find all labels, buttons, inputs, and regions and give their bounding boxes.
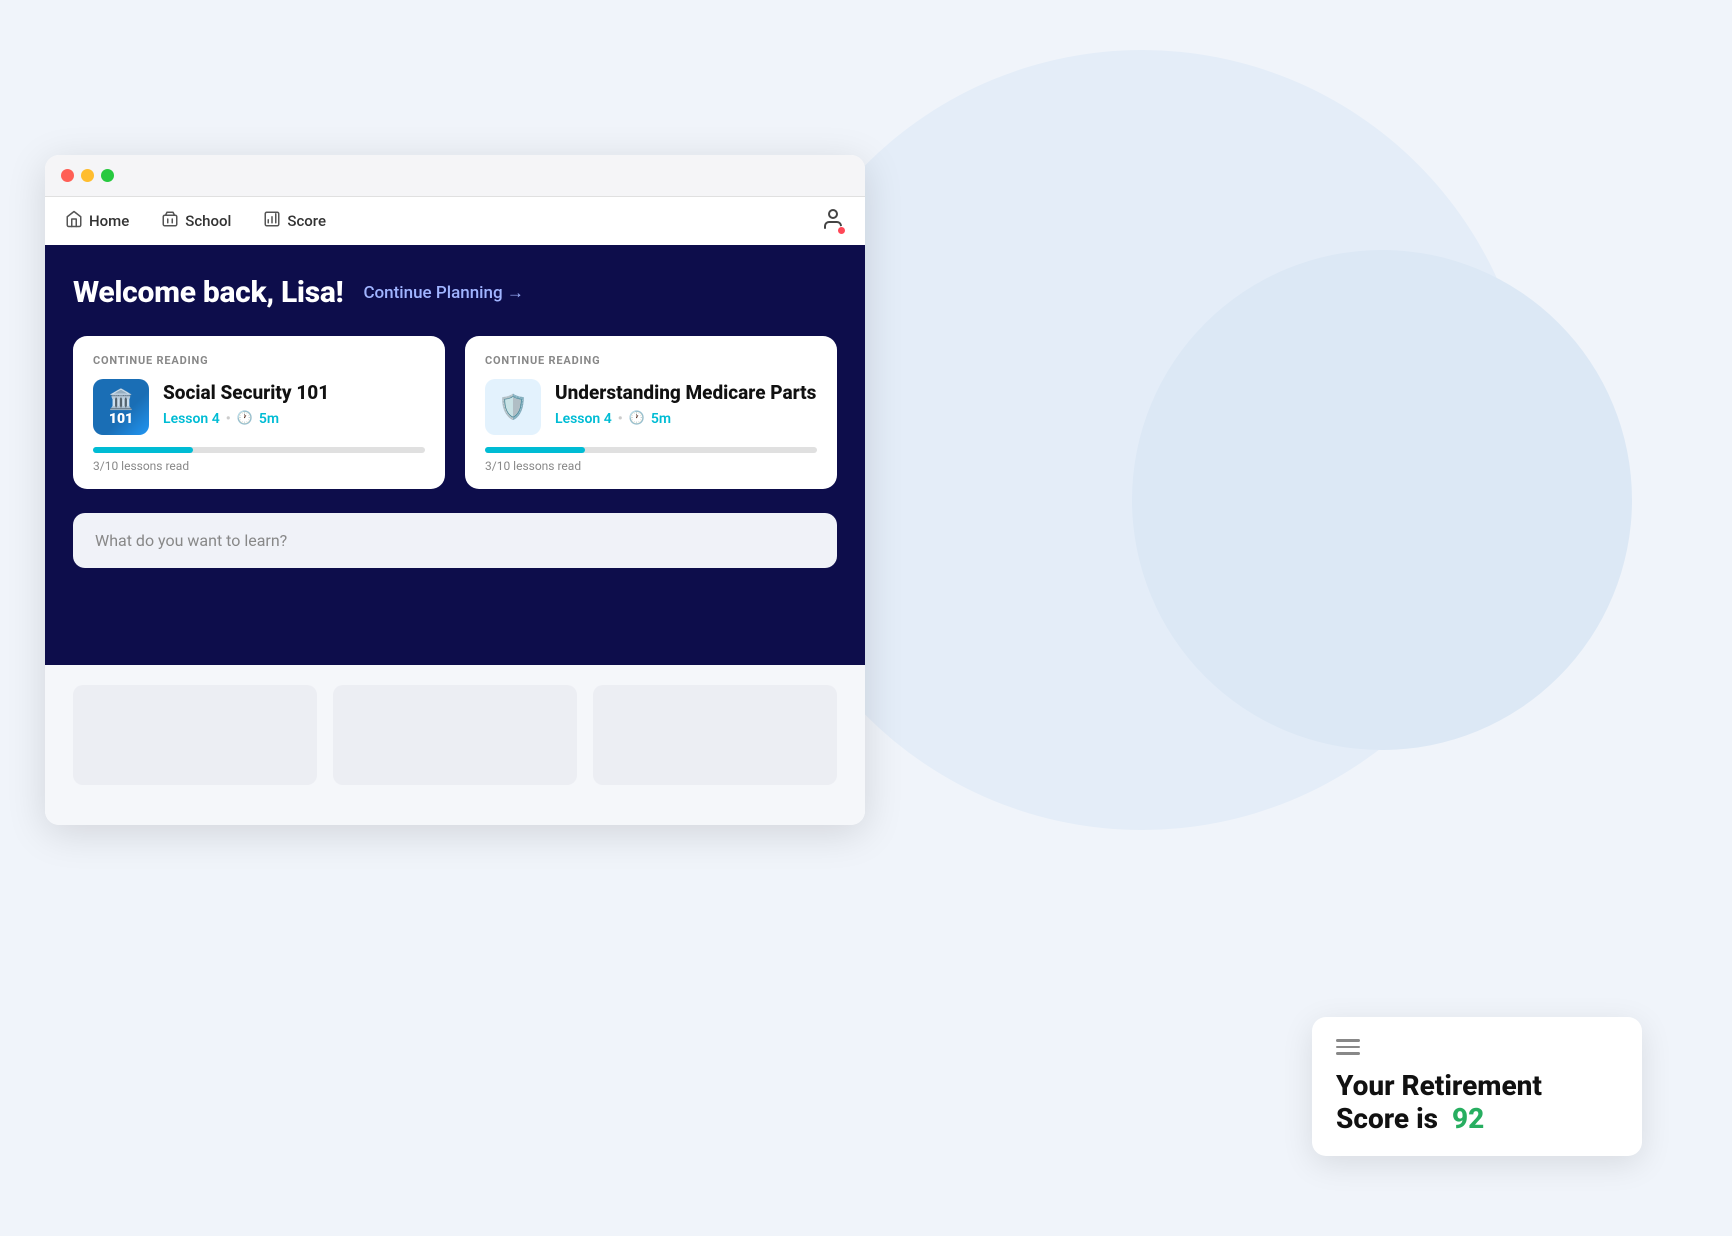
card1-label: CONTINUE READING	[93, 354, 425, 367]
medicare-icon: 🛡️	[485, 379, 541, 435]
nav-school[interactable]: School	[161, 210, 231, 232]
card1-text: Social Security 101 Lesson 4 • 🕐 5m	[163, 379, 329, 427]
card1-content: 🏛️ 101 Social Security 101 Lesson 4 • 🕐 …	[93, 379, 425, 435]
bottom-card-3	[593, 685, 837, 785]
social-security-card[interactable]: CONTINUE READING 🏛️ 101 Social Security …	[73, 336, 445, 489]
user-profile-button[interactable]	[821, 207, 845, 235]
retirement-score: 92	[1452, 1102, 1484, 1135]
retirement-title-line2: Score is	[1336, 1102, 1438, 1135]
retirement-title-line1: Your Retirement	[1336, 1069, 1542, 1102]
card2-title: Understanding Medicare Parts	[555, 379, 816, 405]
clock-icon-1: 🕐	[237, 411, 253, 426]
search-placeholder: What do you want to learn?	[95, 531, 287, 550]
maximize-button[interactable]	[101, 169, 114, 182]
bottom-card-1	[73, 685, 317, 785]
card1-progress: 3/10 lessons read	[93, 447, 425, 473]
card2-progress-text: 3/10 lessons read	[485, 459, 817, 473]
welcome-text: Welcome back, Lisa!	[73, 275, 343, 310]
bottom-card-2	[333, 685, 577, 785]
window-controls	[61, 169, 114, 182]
nav-bar: Home School Scor	[45, 197, 865, 245]
card2-text: Understanding Medicare Parts Lesson 4 • …	[555, 379, 816, 427]
card2-progress-bar	[485, 447, 585, 453]
card1-progress-text: 3/10 lessons read	[93, 459, 425, 473]
school-icon	[161, 210, 179, 232]
minimize-button[interactable]	[81, 169, 94, 182]
card1-duration: 5m	[259, 411, 279, 427]
card2-lesson: Lesson 4	[555, 411, 612, 427]
nav-home-label: Home	[89, 212, 129, 230]
browser-chrome	[45, 155, 865, 197]
background-blob-small	[1132, 250, 1632, 750]
score-icon	[263, 210, 281, 232]
browser-window: Home School Scor	[45, 155, 865, 825]
retirement-score-card: Your Retirement Score is 92	[1312, 1017, 1642, 1156]
close-button[interactable]	[61, 169, 74, 182]
main-content: Welcome back, Lisa! Continue Planning → …	[45, 245, 865, 665]
search-bar[interactable]: What do you want to learn?	[73, 513, 837, 568]
card2-duration: 5m	[651, 411, 671, 427]
home-icon	[65, 210, 83, 232]
card1-meta: Lesson 4 • 🕐 5m	[163, 411, 329, 427]
card1-title: Social Security 101	[163, 379, 329, 405]
retirement-title: Your Retirement Score is 92	[1336, 1069, 1618, 1136]
nav-score[interactable]: Score	[263, 210, 326, 232]
welcome-row: Welcome back, Lisa! Continue Planning →	[73, 275, 837, 310]
nav-right	[821, 207, 845, 235]
social-security-icon: 🏛️ 101	[93, 379, 149, 435]
bottom-area	[45, 665, 865, 825]
card1-progress-bar	[93, 447, 193, 453]
nav-home[interactable]: Home	[65, 210, 129, 232]
card2-content: 🛡️ Understanding Medicare Parts Lesson 4…	[485, 379, 817, 435]
hamburger-icon[interactable]	[1336, 1039, 1360, 1055]
reading-cards-row: CONTINUE READING 🏛️ 101 Social Security …	[73, 336, 837, 489]
notification-dot	[837, 226, 846, 235]
bottom-cards-row	[73, 685, 837, 785]
card2-label: CONTINUE READING	[485, 354, 817, 367]
continue-planning-link[interactable]: Continue Planning →	[363, 283, 523, 303]
medicare-card[interactable]: CONTINUE READING 🛡️ Understanding Medica…	[465, 336, 837, 489]
clock-icon-2: 🕐	[629, 411, 645, 426]
nav-school-label: School	[185, 212, 231, 230]
card1-lesson: Lesson 4	[163, 411, 220, 427]
nav-score-label: Score	[287, 212, 326, 230]
card2-progress: 3/10 lessons read	[485, 447, 817, 473]
card2-meta: Lesson 4 • 🕐 5m	[555, 411, 816, 427]
